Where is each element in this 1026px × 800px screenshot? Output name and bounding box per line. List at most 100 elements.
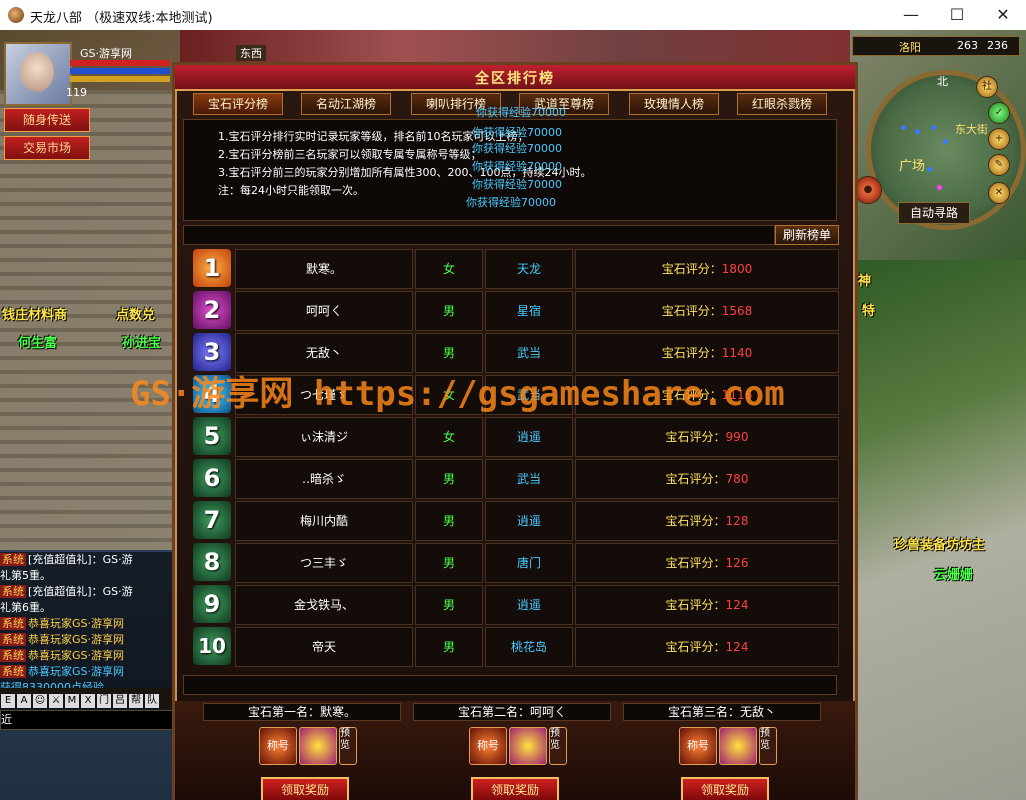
npc-label[interactable]: 何生富 <box>18 332 57 351</box>
refresh-button[interactable]: 刷新榜单 <box>775 225 839 245</box>
player-sex: 男 <box>415 585 483 625</box>
table-row[interactable]: 10 帝天 男 桃花岛 宝石评分：124 <box>193 627 839 667</box>
player-name: 默寒。 <box>235 249 413 289</box>
rank-badge: 1 <box>193 249 231 287</box>
table-row[interactable]: 1 默寒。 女 天龙 宝石评分：1800 <box>193 249 839 289</box>
chat-channel[interactable]: 近 <box>1 713 12 726</box>
preview-icon[interactable]: 预览 <box>549 727 567 765</box>
player-dot <box>937 185 942 190</box>
gem-score: 宝石评分：1800 <box>575 249 839 289</box>
minimize-button[interactable]: — <box>888 0 934 30</box>
gift-reward-icon[interactable] <box>719 727 757 765</box>
gem-score: 宝石评分：1568 <box>575 291 839 331</box>
player-name: ‥暗杀ゞ <box>235 459 413 499</box>
table-row[interactable]: 5 ぃ沫清ジ 女 逍遥 宝石评分：990 <box>193 417 839 457</box>
chat-tool-icon[interactable]: ⚔ <box>49 694 63 708</box>
exp-float-text: 你获得经验70000 <box>472 126 562 139</box>
map-tool-icon[interactable]: 社 <box>976 76 998 98</box>
exp-float-text: 你获得经验70000 <box>472 142 562 155</box>
window-title: 天龙八部 （极速双线:本地测试) <box>30 11 213 26</box>
npc-label[interactable]: 云姗姗 <box>934 564 973 583</box>
gift-reward-icon[interactable] <box>299 727 337 765</box>
npc-label[interactable]: 神 <box>858 270 871 289</box>
reward-second-label: 宝石第二名：呵呵ㄑ <box>413 703 611 721</box>
map-plus-icon[interactable]: + <box>988 128 1010 150</box>
ranking-panel: 全区排行榜 宝石评分榜 名动江湖榜 喇叭排行榜 武道至尊榜 玫瑰情人榜 红眼杀戮… <box>172 62 858 800</box>
chat-tool-icon[interactable]: A <box>17 694 31 708</box>
gem-score: 宝石评分：126 <box>575 543 839 583</box>
table-row[interactable]: 6 ‥暗杀ゞ 男 武当 宝石评分：780 <box>193 459 839 499</box>
table-row[interactable]: 7 梅川内酷 男 逍遥 宝石评分：128 <box>193 501 839 541</box>
map-event-icon[interactable]: ● <box>854 176 882 204</box>
player-school: 逍遥 <box>485 417 573 457</box>
chat-tool-icon[interactable]: 门 <box>97 694 111 708</box>
chat-line: 系统 恭喜玩家GS·游享网 <box>0 633 125 646</box>
city-name: 洛阳 <box>899 41 921 54</box>
chat-line: 礼第5重。 <box>0 569 51 582</box>
character-portrait[interactable] <box>4 42 72 106</box>
table-row[interactable]: 8 つ三丰ゞ 男 唐门 宝石评分：126 <box>193 543 839 583</box>
title-reward-icon[interactable]: 称号 <box>259 727 297 765</box>
gift-reward-icon[interactable] <box>509 727 547 765</box>
chat-line: 礼第6重。 <box>0 601 51 614</box>
chat-tool-icon[interactable]: X <box>81 694 95 708</box>
maximize-button[interactable]: ☐ <box>934 0 980 30</box>
tab-kill[interactable]: 红眼杀戮榜 <box>737 93 827 115</box>
tab-gem-score[interactable]: 宝石评分榜 <box>193 93 283 115</box>
gem-score: 宝石评分：990 <box>575 417 839 457</box>
npc-label[interactable]: 钱庄材料商 <box>2 304 67 323</box>
chat-tool-icon[interactable]: 帮 <box>129 694 143 708</box>
avatar <box>20 52 54 92</box>
table-row[interactable]: 9 金戈铁马、 男 逍遥 宝石评分：124 <box>193 585 839 625</box>
gem-score: 宝石评分：780 <box>575 459 839 499</box>
check-icon[interactable]: ✓ <box>988 102 1010 124</box>
chat-tool-icon[interactable]: 队 <box>145 694 159 708</box>
emoji-icon[interactable]: ☺ <box>33 694 47 708</box>
chat-tool-icon[interactable]: M <box>65 694 79 708</box>
character-tab[interactable]: 东西 <box>236 45 266 61</box>
rule-line: 2.宝石评分榜前三名玩家可以领取专属专属称号等级； <box>218 148 482 161</box>
player-school: 星宿 <box>485 291 573 331</box>
rules-box: 1.宝石评分排行实时记录玩家等级，排名前10名玩家可以上榜； 2.宝石评分榜前三… <box>183 106 837 221</box>
map-close-icon[interactable]: ✕ <box>988 182 1010 204</box>
map-edit-icon[interactable]: ✎ <box>988 154 1010 176</box>
claim-third-reward-button[interactable]: 领取奖励 <box>681 777 769 800</box>
map-npc-dot <box>927 167 932 172</box>
chat-tool-icon[interactable]: 吕 <box>113 694 127 708</box>
npc-label[interactable]: 特 <box>862 300 875 319</box>
gem-score: 宝石评分：128 <box>575 501 839 541</box>
exp-float-text: 你获得经验70000 <box>466 196 556 209</box>
rank-badge: 10 <box>193 627 231 665</box>
title-reward-icon[interactable]: 称号 <box>679 727 717 765</box>
player-name: 金戈铁马、 <box>235 585 413 625</box>
rank-badge: 8 <box>193 543 231 581</box>
npc-label[interactable]: 点数兑 <box>116 304 155 323</box>
rank-badge: 5 <box>193 417 231 455</box>
npc-label[interactable]: 孙进宝 <box>122 332 161 351</box>
chat-input[interactable]: 近 <box>0 710 178 730</box>
character-level: 119 <box>66 86 87 99</box>
preview-icon[interactable]: 预览 <box>759 727 777 765</box>
app-icon <box>8 7 24 23</box>
player-school: 逍遥 <box>485 501 573 541</box>
chat-line: 系统 [充值超值礼]：GS·游 <box>0 553 133 566</box>
bg-garden <box>850 260 1026 800</box>
tab-rose[interactable]: 玫瑰情人榜 <box>629 93 719 115</box>
rank-badge: 9 <box>193 585 231 623</box>
npc-label[interactable]: 珍兽装备坊坊主 <box>894 534 985 553</box>
chat-tool-icon[interactable]: E <box>1 694 15 708</box>
preview-icon[interactable]: 预览 <box>339 727 357 765</box>
map-npc-dot <box>931 125 936 130</box>
title-reward-icon[interactable]: 称号 <box>469 727 507 765</box>
teleport-button[interactable]: 随身传送 <box>4 108 90 132</box>
game-viewport[interactable]: 钱庄材料商 点数兑 何生富 孙进宝 珍兽装备坊坊主 云姗姗 神 特 GS·游享网… <box>0 30 1026 800</box>
close-button[interactable]: ✕ <box>980 0 1026 30</box>
claim-second-reward-button[interactable]: 领取奖励 <box>471 777 559 800</box>
trade-market-button[interactable]: 交易市场 <box>4 136 90 160</box>
north-marker: 北 <box>937 75 948 88</box>
rank-badge: 6 <box>193 459 231 497</box>
tab-jianghu[interactable]: 名动江湖榜 <box>301 93 391 115</box>
auto-path-button[interactable]: 自动寻路 <box>898 202 970 224</box>
table-row[interactable]: 2 呵呵ㄑ 男 星宿 宝石评分：1568 <box>193 291 839 331</box>
claim-first-reward-button[interactable]: 领取奖励 <box>261 777 349 800</box>
